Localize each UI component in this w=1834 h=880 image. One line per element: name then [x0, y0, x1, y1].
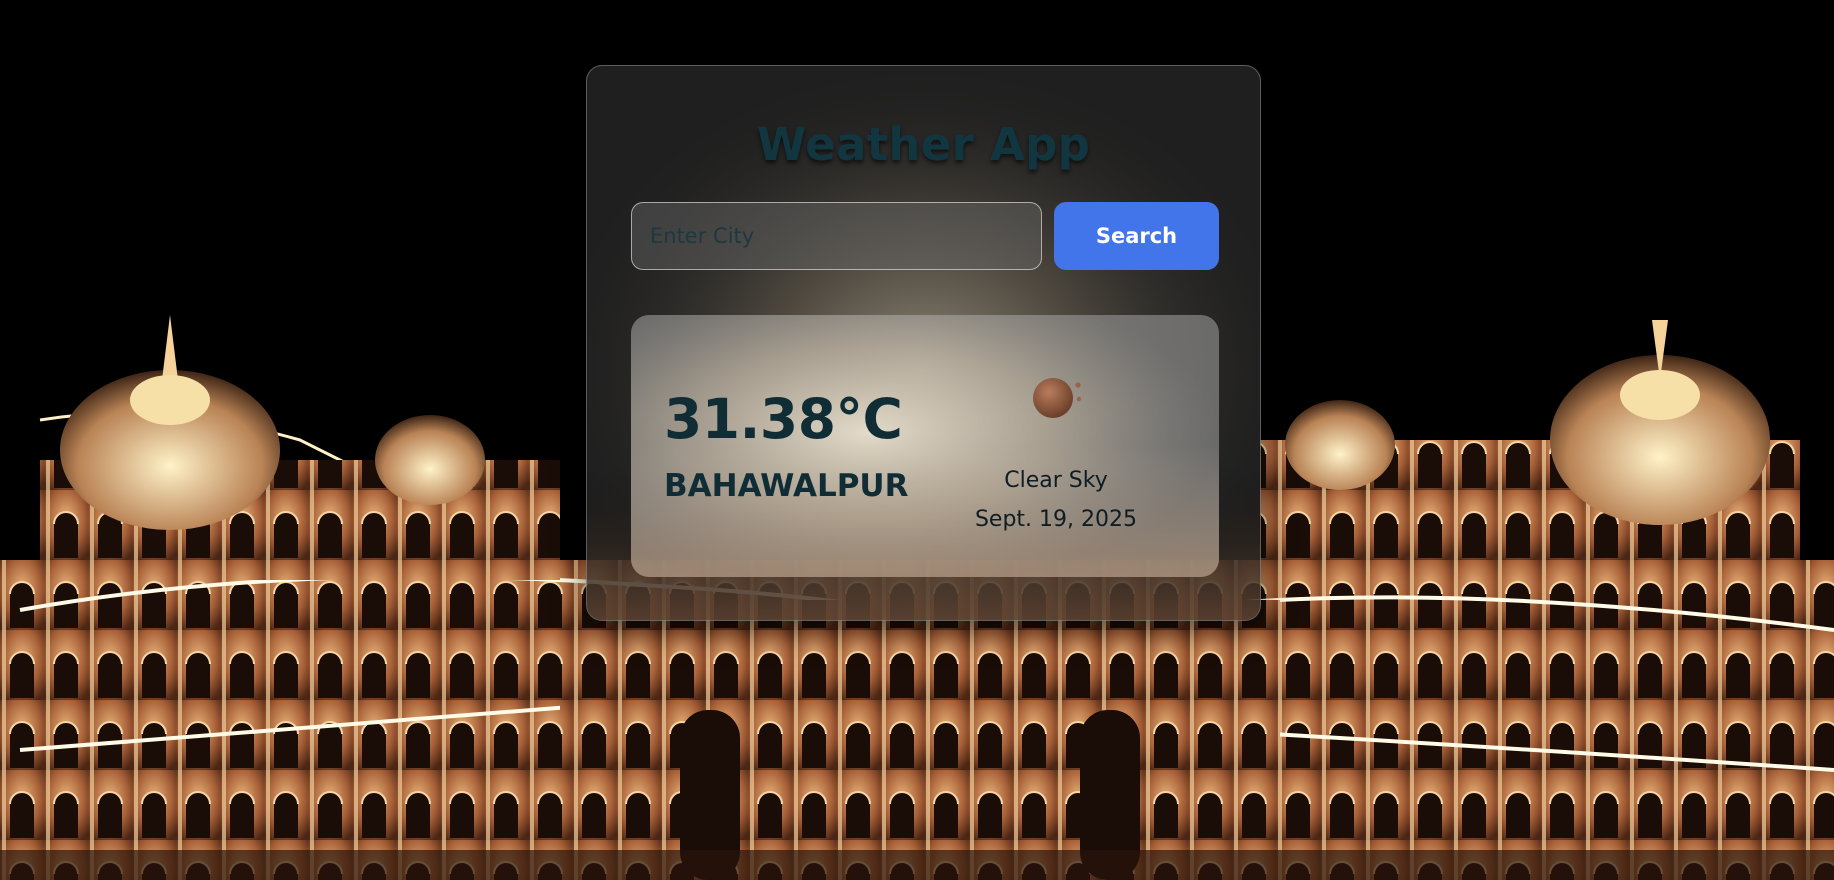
weather-panel: Weather App Search 31.38°C BAHAWALPUR	[586, 65, 1261, 621]
weather-result-card: 31.38°C BAHAWALPUR Clear Sky Sept. 19, 2…	[631, 315, 1219, 577]
clear-sky-night-icon	[1033, 378, 1082, 418]
search-button[interactable]: Search	[1054, 202, 1219, 270]
city-search-input[interactable]	[631, 202, 1042, 270]
city-name: BAHAWALPUR	[664, 468, 909, 504]
weather-condition: Clear Sky	[1004, 468, 1108, 493]
temperature-value: 31.38°C	[664, 387, 903, 451]
weather-date: Sept. 19, 2025	[974, 507, 1138, 532]
app-title: Weather App	[756, 118, 1091, 171]
